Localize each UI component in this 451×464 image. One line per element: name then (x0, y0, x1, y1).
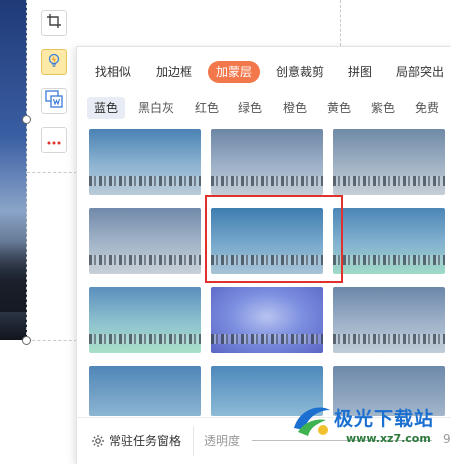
color-tab-purple[interactable]: 紫色 (371, 97, 395, 119)
watermark-brand: 极光下载站 (334, 408, 435, 430)
footer-divider (193, 426, 194, 456)
pin-task-pane-label[interactable]: 常驻任务窗格 (109, 432, 181, 449)
effect-tabs: 找相似 加边框 加蒙层 创意裁剪 拼图 局部突出 (77, 61, 451, 83)
color-tab-free[interactable]: 免费 (415, 97, 439, 119)
tab-collage[interactable]: 拼图 (348, 61, 372, 83)
picture-in-picture-icon (45, 90, 63, 112)
opacity-value: 9 (443, 432, 451, 446)
guide-line-horizontal (27, 172, 77, 173)
color-tab-red[interactable]: 红色 (195, 97, 219, 119)
picture-in-picture-button[interactable] (41, 88, 67, 114)
crop-button[interactable] (41, 10, 67, 36)
crop-icon (46, 13, 62, 33)
watermark-url: www.xz7.com (346, 432, 431, 445)
selection-highlight (205, 195, 343, 283)
mask-thumbnail[interactable] (89, 129, 201, 195)
resize-handle-bottom-left[interactable] (22, 336, 31, 345)
mask-thumbnail[interactable] (211, 129, 323, 195)
mask-thumbnail[interactable] (89, 287, 201, 353)
smart-beautify-button[interactable] (41, 49, 67, 75)
tab-add-mask[interactable]: 加蒙层 (208, 61, 261, 83)
lightbulb-icon (46, 52, 62, 72)
resize-handle-left[interactable] (22, 115, 31, 124)
tab-find-similar[interactable]: 找相似 (95, 61, 131, 83)
slide-border-left (26, 0, 27, 340)
mask-thumbnail[interactable] (89, 366, 201, 416)
color-tab-yellow[interactable]: 黄色 (327, 97, 351, 119)
watermark-logo (290, 400, 334, 444)
mask-thumbnail[interactable] (333, 129, 445, 195)
more-options-button[interactable] (41, 127, 67, 153)
tab-creative-crop[interactable]: 创意裁剪 (276, 61, 324, 83)
color-tab-blue[interactable]: 蓝色 (87, 97, 126, 119)
color-tabs: 蓝色 黑白灰 红色 绿色 橙色 黄色 紫色 免费 (77, 97, 451, 119)
mask-thumbnail[interactable] (333, 208, 445, 274)
mask-thumbnail[interactable] (211, 287, 323, 353)
water-reflection (0, 312, 27, 340)
city-skyline (0, 242, 27, 312)
color-tab-orange[interactable]: 橙色 (283, 97, 307, 119)
gear-icon[interactable] (91, 433, 105, 452)
mask-thumbnail[interactable] (333, 287, 445, 353)
guide-line-vertical (340, 0, 341, 46)
color-tab-green[interactable]: 绿色 (238, 97, 262, 119)
color-tab-grayscale[interactable]: 黑白灰 (138, 97, 174, 119)
slide-border-bottom (27, 340, 77, 341)
more-icon (46, 131, 62, 150)
tab-local-highlight[interactable]: 局部突出 (396, 61, 444, 83)
opacity-label: 透明度 (204, 434, 241, 448)
mask-thumbnail[interactable] (89, 208, 201, 274)
slide-image (0, 0, 27, 340)
tab-add-border[interactable]: 加边框 (156, 61, 192, 83)
